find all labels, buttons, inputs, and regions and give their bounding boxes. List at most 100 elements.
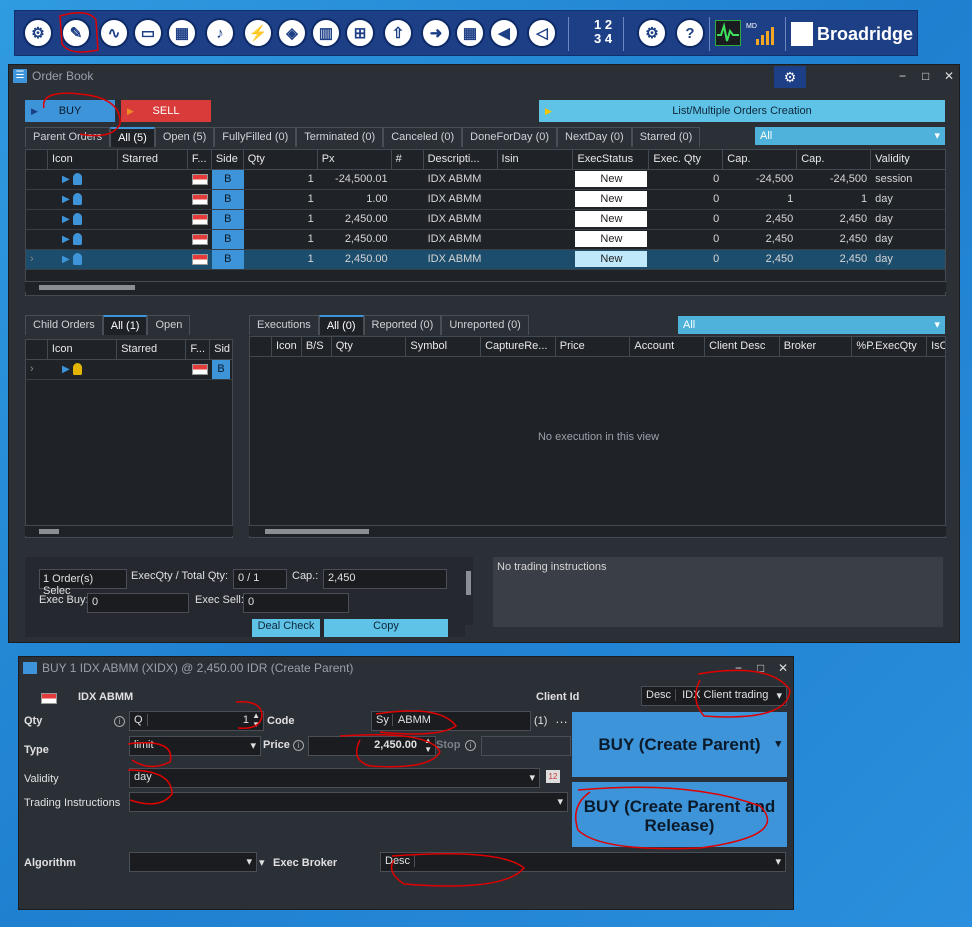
more-icon[interactable]: …: [555, 711, 568, 726]
buy-create-release-button[interactable]: BUY (Create Parent and Release): [572, 782, 787, 847]
table-row[interactable]: ▶ B 1 -24,500.01 IDX ABMM New 0 -24,500 -24,500…: [26, 170, 945, 190]
parent-filter-dropdown[interactable]: All: [755, 127, 945, 145]
col-px[interactable]: Px: [318, 150, 392, 169]
chevron-down-icon[interactable]: ▾: [776, 689, 782, 702]
table-row[interactable]: ▶ B 1 2,450.00 IDX ABMM New 0 2,450 2,450 day: [26, 210, 945, 230]
connect-icon[interactable]: ⚡: [243, 18, 273, 48]
exec-col-icon[interactable]: Icon: [272, 337, 302, 356]
info-icon[interactable]: i: [293, 740, 304, 751]
megaphone-icon[interactable]: ◀: [489, 18, 519, 48]
tab-donefordday[interactable]: DoneForDay (0): [462, 127, 558, 147]
market-pulse-icon[interactable]: [715, 20, 741, 46]
chevron-down-icon[interactable]: ▾: [775, 855, 781, 868]
copy-button[interactable]: Copy: [324, 619, 448, 637]
summary-scrollbar[interactable]: [465, 557, 473, 625]
box-icon[interactable]: ◈: [277, 18, 307, 48]
child-grid-scrollbar[interactable]: [25, 525, 233, 536]
market-data-signal-icon[interactable]: MD: [746, 23, 778, 45]
exec-broker-select[interactable]: Desc ▾: [380, 852, 786, 872]
col-f[interactable]: F...: [188, 150, 212, 169]
maximize-icon[interactable]: □: [757, 661, 764, 675]
settings-icon[interactable]: ⚙: [637, 18, 667, 48]
tab-canceled[interactable]: Canceled (0): [383, 127, 463, 147]
col-isin[interactable]: Isin: [498, 150, 574, 169]
help-icon[interactable]: ?: [675, 18, 705, 48]
col-number[interactable]: #: [392, 150, 424, 169]
scroll-thumb[interactable]: [265, 529, 369, 534]
child-tab-all[interactable]: All (1): [102, 315, 148, 335]
broadcast-icon[interactable]: ◁: [527, 18, 557, 48]
minimize-icon[interactable]: −: [735, 661, 742, 675]
tab-all[interactable]: All (5): [110, 127, 155, 147]
child-row[interactable]: › ▶ B: [26, 360, 232, 380]
quantity-field[interactable]: Q 1 ▲ ▼: [129, 711, 264, 731]
exec-col-account[interactable]: Account: [630, 337, 706, 356]
calculator-icon[interactable]: ▦: [167, 18, 197, 48]
algorithm-select[interactable]: ▾: [129, 852, 257, 872]
sell-button[interactable]: ▶ SELL: [121, 100, 211, 122]
basket-icon[interactable]: ⊞: [345, 18, 375, 48]
scroll-thumb[interactable]: [39, 529, 59, 534]
calendar-icon[interactable]: 12: [546, 770, 560, 783]
close-icon[interactable]: ✕: [778, 661, 788, 675]
col-cap-2[interactable]: Cap.: [797, 150, 872, 169]
building-icon[interactable]: ▥: [311, 18, 341, 48]
folder-icon[interactable]: ▭: [133, 18, 163, 48]
exec-col-qty[interactable]: Qty: [332, 337, 407, 356]
market-activity-icon[interactable]: ∿: [99, 18, 129, 48]
info-icon[interactable]: i: [465, 740, 476, 751]
maximize-icon[interactable]: □: [922, 69, 929, 83]
info-icon[interactable]: i: [114, 716, 125, 727]
child-tab-open[interactable]: Open: [147, 315, 191, 335]
buy-create-parent-button[interactable]: BUY (Create Parent) ▾: [572, 712, 787, 777]
arrow-icon[interactable]: ➜: [421, 18, 451, 48]
minimize-icon[interactable]: −: [899, 69, 906, 83]
col-side[interactable]: Side: [212, 150, 244, 169]
price-stepper-icon[interactable]: ▲ ▼: [424, 736, 432, 754]
table-row[interactable]: ▶ B 1 2,450.00 IDX ABMM New 0 2,450 2,450 day: [26, 230, 945, 250]
col-starred[interactable]: Starred: [118, 150, 188, 169]
table-row[interactable]: ▶ B 1 1.00 IDX ABMM New 0 1 1 day: [26, 190, 945, 210]
tab-fullyfilled[interactable]: FullyFilled (0): [214, 127, 297, 147]
lot-size-button[interactable]: 1 2 3 4: [588, 18, 618, 48]
close-icon[interactable]: ✕: [944, 69, 954, 83]
list-orders-button[interactable]: ▶ List/Multiple Orders Creation: [539, 100, 945, 122]
col-execstatus[interactable]: ExecStatus: [573, 150, 650, 169]
chevron-down-icon[interactable]: ▾: [246, 855, 252, 868]
qty-stepper-icon[interactable]: ▲ ▼: [252, 711, 260, 729]
child-col-starred[interactable]: Starred: [117, 340, 187, 359]
parent-grid-scrollbar[interactable]: [25, 281, 946, 292]
validity-select[interactable]: day ▾: [129, 768, 540, 788]
chevron-down-icon[interactable]: ▾: [250, 739, 256, 752]
chevron-down-icon[interactable]: ▾: [529, 771, 535, 784]
trading-instructions-select[interactable]: ▾: [129, 792, 568, 812]
col-description[interactable]: Descripti...: [424, 150, 498, 169]
chevron-down-icon[interactable]: ▾: [557, 795, 563, 808]
tab-terminated[interactable]: Terminated (0): [296, 127, 384, 147]
exec-tab-unreported[interactable]: Unreported (0): [441, 315, 529, 335]
admin-icon[interactable]: ⚙: [23, 18, 53, 48]
scroll-thumb[interactable]: [39, 285, 135, 290]
exec-col-capture[interactable]: CaptureRe...: [481, 337, 556, 356]
tab-nextday[interactable]: NextDay (0): [557, 127, 632, 147]
client-select[interactable]: Desc IDX Client trading ▾: [641, 686, 787, 706]
chevron-down-icon[interactable]: ▾: [775, 712, 781, 777]
exec-filter-dropdown[interactable]: All: [678, 316, 945, 334]
exec-col-price[interactable]: Price: [556, 337, 631, 356]
symbol-field[interactable]: Sy ABMM: [371, 711, 531, 731]
grid-icon[interactable]: ▦: [455, 18, 485, 48]
stop-price-field[interactable]: [481, 736, 571, 756]
exec-grid-scrollbar[interactable]: [249, 525, 946, 536]
alerts-icon[interactable]: ♪: [205, 18, 235, 48]
exec-col-pexecqty[interactable]: %P.ExecQty: [852, 337, 928, 356]
child-col-icon[interactable]: Icon: [48, 340, 118, 359]
deal-check-button[interactable]: Deal Check: [252, 619, 320, 637]
buy-button[interactable]: ▶ BUY: [25, 100, 115, 122]
settings-gear-icon[interactable]: ⚙: [774, 66, 806, 88]
order-book-icon[interactable]: ✎: [61, 18, 91, 48]
exec-tab-all[interactable]: All (0): [318, 315, 364, 335]
exec-tab-reported[interactable]: Reported (0): [363, 315, 442, 335]
export-icon[interactable]: ⇧: [383, 18, 413, 48]
price-field[interactable]: 2,450.00 ▲ ▼: [308, 736, 436, 756]
tab-starred[interactable]: Starred (0): [631, 127, 701, 147]
